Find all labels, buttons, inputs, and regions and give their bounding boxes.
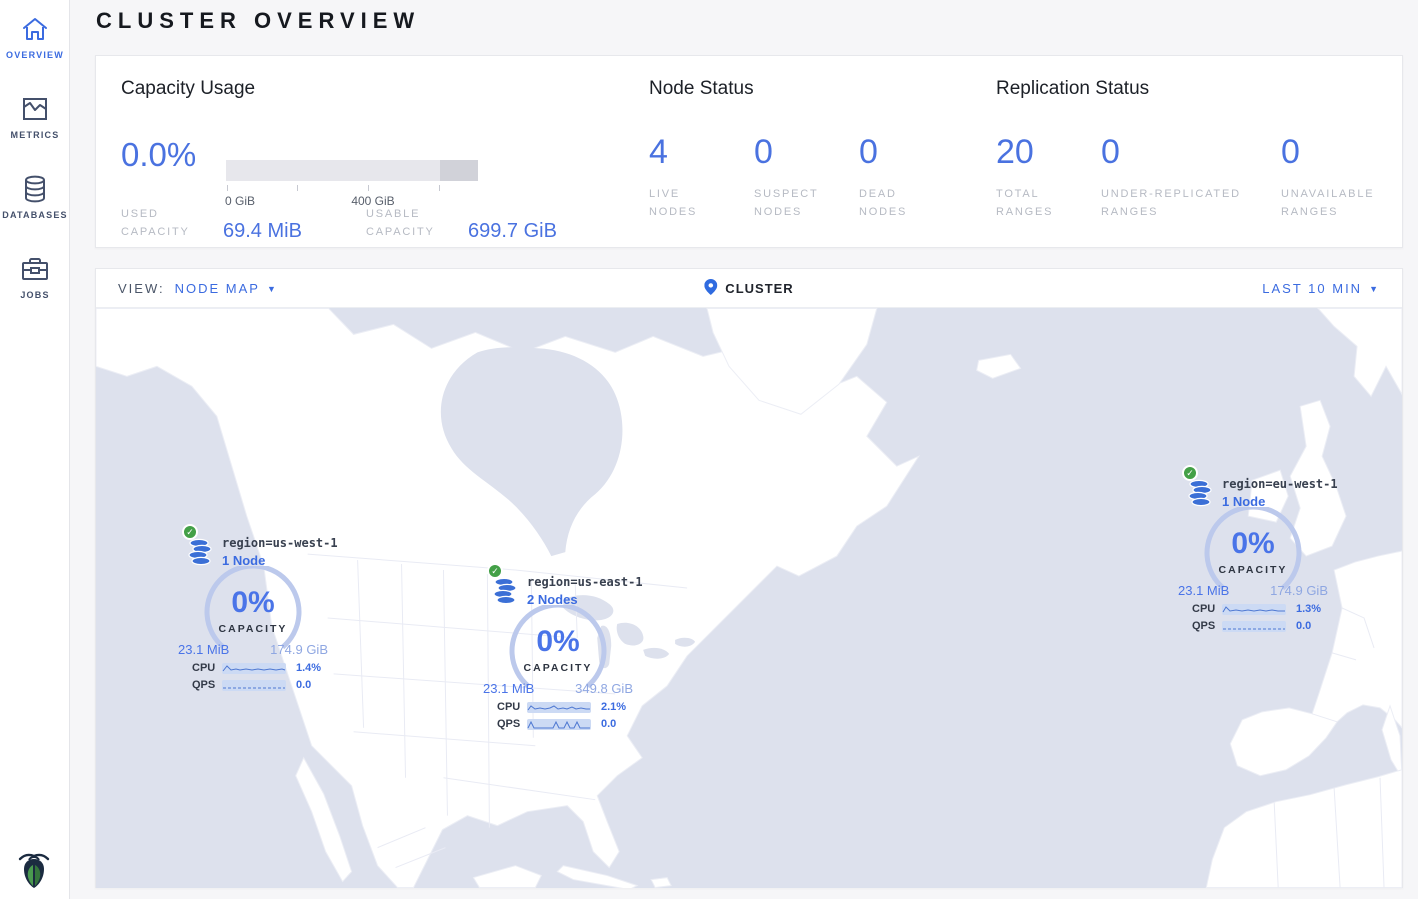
- sidebar-item-label: METRICS: [11, 130, 60, 140]
- qps-value: 0.0: [601, 718, 616, 730]
- node-capacity-percent: 0%: [1176, 529, 1330, 559]
- node-region-label: region=us-west-1: [222, 536, 338, 550]
- node-status-title: Node Status: [649, 78, 964, 100]
- page-title: CLUSTER OVERVIEW: [96, 8, 420, 34]
- locality-breadcrumb-label: CLUSTER: [725, 281, 793, 296]
- node-marker-us-east-1[interactable]: ✓ region=us-east-1: [481, 561, 651, 739]
- capacity-used-percent: 0.0%: [121, 136, 196, 174]
- sidebar-item-metrics[interactable]: METRICS: [0, 80, 70, 160]
- under-replicated-ranges-value: 0: [1101, 133, 1281, 172]
- jobs-icon: [20, 254, 50, 284]
- database-stack-icon: [188, 538, 214, 571]
- cpu-label: CPU: [497, 701, 527, 713]
- total-ranges-label: TOTAL RANGES: [996, 186, 1071, 221]
- qps-label: QPS: [1192, 620, 1222, 632]
- healthy-check-icon: ✓: [1182, 465, 1198, 481]
- node-total-capacity: 174.9 GiB: [270, 642, 328, 657]
- qps-sparkline: [527, 719, 591, 730]
- capacity-bar-tail: [440, 160, 478, 181]
- dead-nodes-label: DEAD NODES: [859, 186, 929, 221]
- qps-value: 0.0: [1296, 620, 1311, 632]
- database-stack-icon: [1188, 479, 1214, 512]
- chevron-down-icon: ▼: [1369, 284, 1380, 294]
- sidebar-item-label: OVERVIEW: [6, 50, 64, 60]
- capacity-usage-section: Capacity Usage 0.0% 0 GiB 400 GiB USED C…: [121, 78, 651, 238]
- databases-icon: [20, 174, 50, 204]
- live-nodes-label: LIVE NODES: [649, 186, 719, 221]
- cpu-sparkline: [1222, 604, 1286, 615]
- qps-label: QPS: [497, 718, 527, 730]
- capacity-usage-title: Capacity Usage: [121, 78, 255, 100]
- locality-breadcrumb[interactable]: CLUSTER: [704, 279, 793, 298]
- node-capacity-label: CAPACITY: [1176, 564, 1330, 576]
- node-capacity-label: CAPACITY: [176, 623, 330, 635]
- healthy-check-icon: ✓: [182, 524, 198, 540]
- sidebar-item-label: JOBS: [20, 290, 49, 300]
- node-region-label: region=eu-west-1: [1222, 477, 1338, 491]
- node-marker-eu-west-1[interactable]: ✓ region=eu-west-1: [1176, 463, 1346, 641]
- unavailable-ranges-label: UNAVAILABLE RANGES: [1281, 186, 1391, 221]
- cpu-sparkline: [222, 663, 286, 674]
- used-capacity-value: 69.4 MiB: [223, 220, 302, 243]
- view-label: VIEW:: [118, 281, 165, 296]
- dead-nodes-value: 0: [859, 133, 964, 172]
- node-capacity-percent: 0%: [481, 627, 635, 657]
- time-range-selector[interactable]: LAST 10 MIN ▼: [1262, 281, 1380, 296]
- main-content: CLUSTER OVERVIEW Capacity Usage 0.0% 0 G…: [71, 0, 1418, 899]
- sidebar-item-jobs[interactable]: JOBS: [0, 240, 70, 320]
- metrics-icon: [20, 94, 50, 124]
- node-marker-us-west-1[interactable]: ✓ region=us-west-1: [176, 522, 346, 700]
- under-replicated-ranges-label: UNDER-REPLICATED RANGES: [1101, 186, 1261, 221]
- sidebar-item-label: DATABASES: [2, 210, 67, 220]
- node-total-capacity: 349.8 GiB: [575, 681, 633, 696]
- time-range-value: LAST 10 MIN: [1262, 281, 1362, 296]
- cpu-label: CPU: [1192, 603, 1222, 615]
- cpu-label: CPU: [192, 662, 222, 674]
- qps-sparkline: [222, 680, 286, 691]
- node-used-capacity: 23.1 MiB: [1178, 583, 1229, 598]
- cluster-summary-panel: Capacity Usage 0.0% 0 GiB 400 GiB USED C…: [95, 55, 1403, 248]
- qps-sparkline: [1222, 621, 1286, 632]
- location-pin-icon: [704, 279, 717, 298]
- used-capacity-label: USED CAPACITY: [121, 206, 213, 241]
- cpu-value: 2.1%: [601, 701, 626, 713]
- usable-capacity-label: USABLE CAPACITY: [366, 206, 458, 241]
- unavailable-ranges-value: 0: [1281, 133, 1418, 172]
- view-selector[interactable]: NODE MAP ▼: [175, 281, 278, 296]
- map-toolbar: VIEW: NODE MAP ▼ CLUSTER LAST 10 MIN ▼: [96, 269, 1402, 308]
- database-stack-icon: [493, 577, 519, 610]
- live-nodes-value: 4: [649, 133, 754, 172]
- node-used-capacity: 23.1 MiB: [178, 642, 229, 657]
- cpu-sparkline: [527, 702, 591, 713]
- replication-status-section: Replication Status 20 TOTAL RANGES 0 UND…: [996, 78, 1418, 221]
- world-map: ✓ region=us-west-1: [96, 308, 1402, 888]
- node-capacity-percent: 0%: [176, 588, 330, 618]
- total-ranges-value: 20: [996, 133, 1101, 172]
- node-used-capacity: 23.1 MiB: [483, 681, 534, 696]
- usable-capacity-value: 699.7 GiB: [468, 220, 557, 243]
- replication-status-title: Replication Status: [996, 78, 1418, 100]
- cpu-value: 1.4%: [296, 662, 321, 674]
- healthy-check-icon: ✓: [487, 563, 503, 579]
- node-status-section: Node Status 4 LIVE NODES 0 SUSPECT NODES…: [649, 78, 964, 221]
- cpu-value: 1.3%: [1296, 603, 1321, 615]
- home-icon: [20, 14, 50, 44]
- qps-value: 0.0: [296, 679, 311, 691]
- sidebar-item-overview[interactable]: OVERVIEW: [0, 0, 70, 80]
- node-map-panel: VIEW: NODE MAP ▼ CLUSTER LAST 10 MIN ▼: [95, 268, 1403, 888]
- node-total-capacity: 174.9 GiB: [1270, 583, 1328, 598]
- node-capacity-label: CAPACITY: [481, 662, 635, 674]
- suspect-nodes-value: 0: [754, 133, 859, 172]
- sidebar: OVERVIEW METRICS DATABASES: [0, 0, 70, 899]
- chevron-down-icon: ▼: [267, 284, 278, 294]
- node-region-label: region=us-east-1: [527, 575, 643, 589]
- view-selector-value: NODE MAP: [175, 281, 260, 296]
- sidebar-item-databases[interactable]: DATABASES: [0, 160, 70, 240]
- cockroachdb-logo: [16, 851, 52, 891]
- qps-label: QPS: [192, 679, 222, 691]
- suspect-nodes-label: SUSPECT NODES: [754, 186, 834, 221]
